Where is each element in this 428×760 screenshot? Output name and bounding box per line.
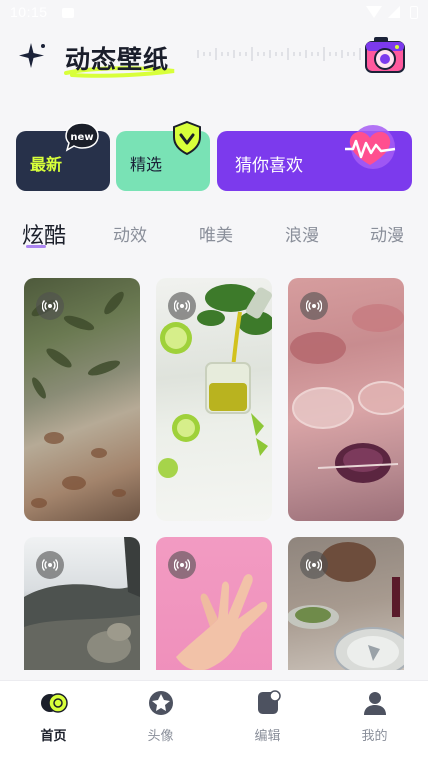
new-badge-text: new [70, 132, 93, 143]
tab-beautiful[interactable]: 唯美 [199, 221, 233, 246]
wallpaper-tile[interactable] [24, 537, 140, 670]
battery-icon [410, 6, 418, 19]
tab-animated[interactable]: 动效 [113, 221, 147, 246]
avatar-aperture-icon [149, 691, 173, 715]
wallpaper-tile[interactable] [156, 278, 272, 521]
edit-icon [258, 690, 281, 714]
status-time: 10:15 [10, 4, 48, 20]
nav-avatar-label: 头像 [147, 729, 174, 744]
heart-wave-icon [345, 125, 396, 169]
live-wallpaper-icon [36, 551, 64, 579]
live-wallpaper-icon [168, 551, 196, 579]
live-wallpaper-icon [300, 292, 328, 320]
tab-anime[interactable]: 动漫 [370, 221, 404, 246]
app-header: 动态壁纸 [0, 28, 428, 88]
nav-avatar[interactable]: 头像 [107, 681, 214, 760]
wallpaper-tile[interactable] [156, 537, 272, 670]
nav-edit[interactable]: 编辑 [214, 681, 321, 760]
status-bar: 10:15 [0, 0, 428, 26]
signal-icon [388, 6, 400, 18]
wallpaper-tile[interactable] [288, 278, 404, 521]
camera-icon[interactable] [364, 34, 406, 76]
nav-edit-label: 编辑 [254, 729, 281, 744]
wallpaper-tile[interactable] [288, 537, 404, 670]
live-wallpaper-icon [168, 292, 196, 320]
wallpaper-grid [0, 270, 428, 670]
bottom-navigation: 首页 头像 编辑 我的 [0, 680, 428, 760]
nav-profile-label: 我的 [361, 729, 388, 744]
nav-home[interactable]: 首页 [0, 681, 107, 760]
category-cards: 最新 new 精选 猜你喜欢 [16, 118, 412, 192]
wifi-icon [366, 6, 382, 18]
category-tabs: 炫酷 动效 唯美 浪漫 动漫 [0, 214, 428, 250]
page-title: 动态壁纸 [65, 45, 170, 74]
tab-romantic[interactable]: 浪漫 [285, 221, 319, 246]
notification-icon [62, 8, 74, 18]
category-guess-label: 猜你喜欢 [235, 156, 303, 176]
shield-check-icon [173, 120, 201, 156]
nav-profile[interactable]: 我的 [321, 681, 428, 760]
live-wallpaper-icon [36, 292, 64, 320]
active-tab-indicator [26, 245, 46, 248]
wallpaper-tile[interactable] [24, 278, 140, 521]
new-badge-icon: new [65, 122, 99, 152]
category-select-label: 精选 [130, 155, 163, 174]
category-new-label: 最新 [30, 155, 63, 174]
sparkle-icon [19, 43, 45, 68]
nav-home-label: 首页 [40, 729, 67, 744]
decorative-ruler [197, 47, 361, 61]
profile-icon [364, 692, 386, 715]
live-wallpaper-icon [300, 551, 328, 579]
home-icon [41, 693, 68, 713]
